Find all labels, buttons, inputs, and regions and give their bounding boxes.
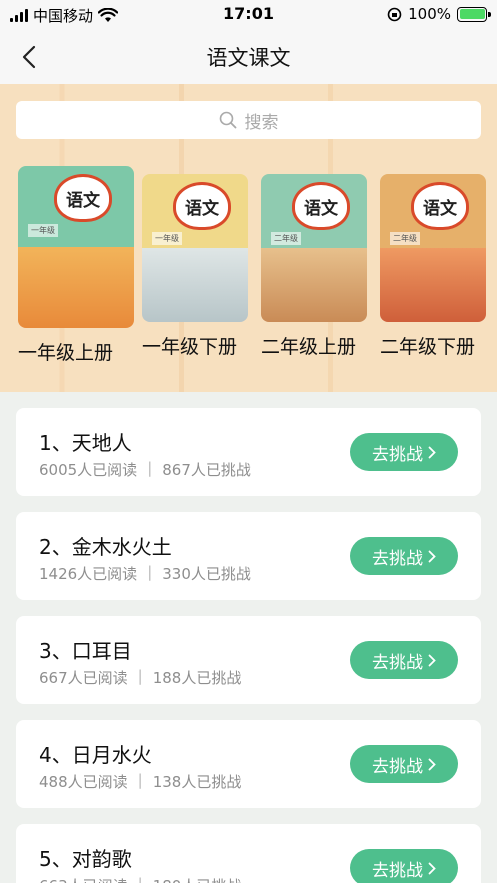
challenge-button[interactable]: 去挑战 bbox=[350, 745, 458, 783]
challenge-button-label: 去挑战 bbox=[372, 444, 423, 465]
chevron-right-icon bbox=[428, 862, 436, 874]
challenge-count: 138人已挑战 bbox=[152, 773, 242, 791]
book-grade2-vol1[interactable]: 语文 二年级 二年级上册 bbox=[261, 166, 379, 359]
lesson-stats: 488人已阅读 | 138人已挑战 bbox=[39, 771, 241, 792]
search-icon bbox=[219, 111, 236, 129]
lesson-stats: 6005人已阅读 | 867人已挑战 bbox=[39, 459, 251, 480]
list-item[interactable]: 5、对韵歌 663人已阅读 | 180人已挑战 去挑战 bbox=[16, 824, 481, 883]
challenge-button-label: 去挑战 bbox=[372, 756, 423, 777]
list-item[interactable]: 1、天地人 6005人已阅读 | 867人已挑战 去挑战 bbox=[16, 408, 481, 496]
book-cover: 语文 二年级 bbox=[380, 174, 486, 322]
status-bar: 中国移动 17:01 100% bbox=[0, 0, 497, 30]
challenge-button-label: 去挑战 bbox=[372, 548, 423, 569]
book-grade1-vol1[interactable]: 语文 一年级 一年级上册 bbox=[18, 166, 136, 365]
lesson-title: 1、天地人 bbox=[39, 431, 132, 455]
list-item[interactable]: 2、金木水火土 1426人已阅读 | 330人已挑战 去挑战 bbox=[16, 512, 481, 600]
stats-divider: | bbox=[137, 771, 143, 789]
chevron-right-icon bbox=[428, 446, 436, 458]
cover-title: 语文 bbox=[54, 174, 112, 222]
cover-grade: 一年级 bbox=[28, 224, 58, 237]
lesson-stats: 663人已阅读 | 180人已挑战 bbox=[39, 875, 241, 883]
challenge-button[interactable]: 去挑战 bbox=[350, 537, 458, 575]
book-cover: 语文 二年级 bbox=[261, 174, 367, 322]
cover-title: 语文 bbox=[292, 182, 350, 230]
nav-bar: 语文课文 bbox=[0, 30, 497, 84]
cover-grade: 二年级 bbox=[390, 232, 420, 245]
chevron-right-icon bbox=[428, 758, 436, 770]
challenge-count: 867人已挑战 bbox=[162, 461, 251, 479]
book-label: 二年级下册 bbox=[380, 336, 476, 358]
search-placeholder: 搜索 bbox=[244, 112, 279, 133]
read-count: 667人已阅读 bbox=[39, 669, 128, 687]
list-item[interactable]: 3、口耳目 667人已阅读 | 188人已挑战 去挑战 bbox=[16, 616, 481, 704]
lesson-title: 5、对韵歌 bbox=[39, 847, 132, 871]
status-right: 100% bbox=[387, 5, 491, 23]
chevron-right-icon bbox=[428, 654, 436, 666]
challenge-count: 180人已挑战 bbox=[153, 875, 242, 883]
cover-grade: 一年级 bbox=[152, 232, 182, 245]
lesson-title: 3、口耳目 bbox=[39, 639, 132, 663]
challenge-button[interactable]: 去挑战 bbox=[350, 641, 458, 679]
cover-grade: 二年级 bbox=[271, 232, 301, 245]
textbook-banner: 搜索 语文 一年级 一年级上册 语文 一年级 一年级下册 语文 二年级 二年级上… bbox=[0, 84, 497, 392]
challenge-button[interactable]: 去挑战 bbox=[350, 433, 458, 471]
book-cover: 语文 一年级 bbox=[142, 174, 248, 322]
challenge-count: 188人已挑战 bbox=[152, 669, 242, 687]
battery-percent: 100% bbox=[408, 5, 451, 23]
read-count: 663人已阅读 bbox=[39, 875, 128, 883]
list-item[interactable]: 4、日月水火 488人已阅读 | 138人已挑战 去挑战 bbox=[16, 720, 481, 808]
lesson-stats: 1426人已阅读 | 330人已挑战 bbox=[39, 563, 251, 584]
challenge-button-label: 去挑战 bbox=[372, 652, 423, 673]
lesson-title: 2、金木水火土 bbox=[39, 535, 172, 559]
book-label: 一年级下册 bbox=[142, 336, 238, 358]
read-count: 1426人已阅读 bbox=[39, 565, 138, 583]
challenge-button-label: 去挑战 bbox=[372, 860, 423, 881]
stats-divider: | bbox=[137, 667, 143, 685]
book-label: 二年级上册 bbox=[261, 336, 357, 358]
stats-divider: | bbox=[147, 563, 153, 581]
lesson-stats: 667人已阅读 | 188人已挑战 bbox=[39, 667, 241, 688]
page-title: 语文课文 bbox=[206, 46, 291, 70]
cover-title: 语文 bbox=[411, 182, 469, 230]
challenge-count: 330人已挑战 bbox=[162, 565, 251, 583]
challenge-button[interactable]: 去挑战 bbox=[350, 849, 458, 883]
book-grade2-vol2[interactable]: 语文 二年级 二年级下册 bbox=[380, 166, 497, 359]
book-cover: 语文 一年级 bbox=[18, 166, 134, 328]
book-grade1-vol2[interactable]: 语文 一年级 一年级下册 bbox=[142, 166, 260, 359]
orientation-lock-icon bbox=[387, 7, 402, 21]
lesson-title: 4、日月水火 bbox=[39, 743, 152, 767]
search-input[interactable]: 搜索 bbox=[16, 101, 481, 139]
read-count: 488人已阅读 bbox=[39, 773, 128, 791]
stats-divider: | bbox=[138, 875, 143, 883]
book-label: 一年级上册 bbox=[18, 342, 114, 364]
battery-icon bbox=[457, 6, 491, 22]
cover-title: 语文 bbox=[173, 182, 231, 230]
read-count: 6005人已阅读 bbox=[39, 461, 138, 479]
chevron-right-icon bbox=[428, 550, 436, 562]
stats-divider: | bbox=[147, 459, 153, 477]
